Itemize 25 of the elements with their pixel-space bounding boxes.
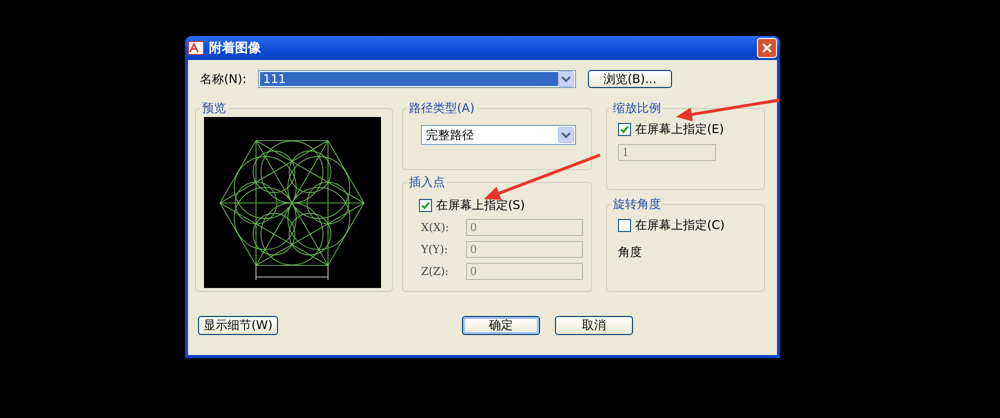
field-label: 名称(N): (200, 70, 248, 88)
checkbox-label: 在屏幕上指定(S) (436, 197, 525, 214)
group-title: 缩放比例 (612, 100, 662, 117)
field-label: 角度 (618, 244, 643, 261)
close-icon (762, 43, 772, 53)
checkbox-label: 在屏幕上指定(E) (635, 121, 724, 138)
dialog-button[interactable]: 确定 (462, 316, 540, 335)
app-icon (188, 41, 204, 55)
coordinate-label: Z(Z): (421, 265, 449, 278)
path-type-dropdown[interactable]: 完整路径 (421, 125, 576, 145)
group-title: 旋转角度 (612, 196, 662, 213)
group-title: 预览 (201, 100, 227, 117)
browse-button[interactable]: 浏览(B)... (588, 70, 672, 88)
coordinate-label: X(X): (421, 221, 449, 234)
checkbox[interactable] (419, 199, 432, 212)
name-dropdown[interactable]: 111 (258, 70, 576, 88)
window-title: 附着图像 (209, 40, 262, 57)
checkbox-label: 在屏幕上指定(C) (635, 217, 725, 234)
checkbox[interactable] (618, 219, 631, 232)
dialog-button[interactable]: 显示细节(W) (198, 316, 278, 335)
close-button[interactable] (757, 38, 777, 58)
dialog-button[interactable]: 取消 (555, 316, 633, 335)
group-title: 插入点 (408, 174, 446, 191)
group-title: 路径类型(A) (408, 100, 476, 117)
coordinate-label: Y(Y): (421, 243, 448, 256)
